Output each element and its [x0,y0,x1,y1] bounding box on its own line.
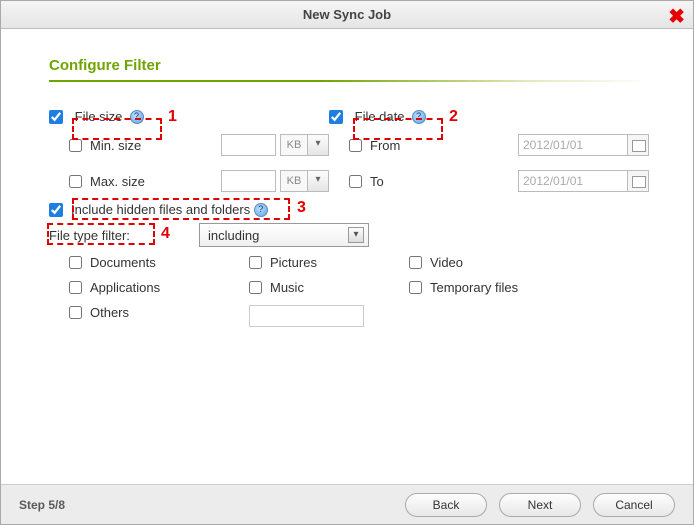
filesize-checkbox[interactable] [49,110,63,124]
to-checkbox[interactable] [349,175,362,188]
window-title: New Sync Job [303,7,391,22]
ft-applications-checkbox[interactable] [69,281,82,294]
filedate-group: File date [329,108,649,124]
minsize-input[interactable] [221,134,276,156]
maxsize-input[interactable] [221,170,276,192]
section-underline [49,80,653,82]
maxsize-unit-dropdown[interactable]: ▾ [307,170,329,192]
from-label: From [370,138,418,153]
back-button[interactable]: Back [405,493,487,517]
dialog-window: New Sync Job ✖ Configure Filter File siz… [0,0,694,525]
minsize-label: Min. size [90,138,141,153]
next-button[interactable]: Next [499,493,581,517]
footer: Step 5/8 Back Next Cancel [1,484,693,524]
close-icon[interactable]: ✖ [668,4,685,29]
maxsize-unit: KB [280,170,308,192]
ft-others-checkbox[interactable] [69,306,82,319]
section-title: Configure Filter [49,57,653,74]
help-icon[interactable] [412,110,426,124]
ft-music-label: Music [270,280,304,295]
hidden-checkbox[interactable] [49,203,63,217]
step-label: Step 5/8 [19,498,65,512]
calendar-icon[interactable] [627,170,649,192]
to-label: To [370,174,418,189]
ft-pictures-label: Pictures [270,255,317,270]
titlebar: New Sync Job ✖ [1,1,693,29]
maxsize-label: Max. size [90,174,145,189]
to-date-input[interactable] [518,170,628,192]
ft-video-checkbox[interactable] [409,256,422,269]
ft-video-label: Video [430,255,463,270]
minsize-unit: KB [280,134,308,156]
filetype-grid: Documents Applications Others Pictures M… [69,255,653,327]
ft-temporary-label: Temporary files [430,280,518,295]
help-icon[interactable] [130,110,144,124]
ft-applications-label: Applications [90,280,160,295]
ft-pictures-checkbox[interactable] [249,256,262,269]
ft-others-input[interactable] [249,305,364,327]
ft-music-checkbox[interactable] [249,281,262,294]
top-checks-row: File size File date [49,108,653,124]
calendar-icon[interactable] [627,134,649,156]
ft-others-label: Others [90,305,129,320]
filesize-label: File size [75,109,123,124]
size-date-row1: Min. size KB ▾ From [49,130,653,160]
filetype-label: File type filter: [49,228,199,243]
filetype-row: File type filter: including ▾ [49,223,653,247]
minsize-unit-dropdown[interactable]: ▾ [307,134,329,156]
size-date-row2: Max. size KB ▾ To [49,166,653,196]
filetype-mode-select[interactable]: including ▾ [199,223,369,247]
filetype-mode-value: including [208,228,259,243]
chevron-down-icon: ▾ [348,227,364,243]
filedate-label: File date [355,109,405,124]
hidden-row: Include hidden files and folders [49,202,653,217]
maxsize-checkbox[interactable] [69,175,82,188]
from-checkbox[interactable] [349,139,362,152]
filesize-group: File size [49,108,329,124]
minsize-checkbox[interactable] [69,139,82,152]
ft-documents-label: Documents [90,255,156,270]
ft-documents-checkbox[interactable] [69,256,82,269]
cancel-button[interactable]: Cancel [593,493,675,517]
help-icon[interactable] [254,203,268,217]
hidden-label: Include hidden files and folders [71,202,250,217]
filedate-checkbox[interactable] [329,110,343,124]
ft-temporary-checkbox[interactable] [409,281,422,294]
content-area: Configure Filter File size File date Min… [1,29,693,327]
from-date-input[interactable] [518,134,628,156]
